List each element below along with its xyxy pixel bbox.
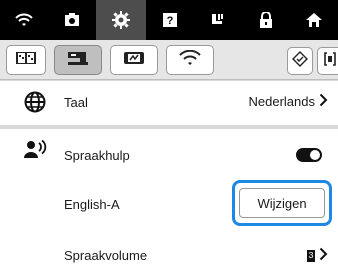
voice-guidance-label: Spraakhulp — [64, 148, 130, 163]
tab-embroidery-book[interactable] — [6, 45, 46, 75]
tab-wireless[interactable] — [166, 45, 214, 75]
embroidery-frame-icon — [123, 50, 145, 71]
foot-icon[interactable] — [194, 0, 242, 40]
language-value-text: Nederlands — [248, 94, 316, 109]
change-button-highlight: Wijzigen — [232, 180, 332, 226]
tab-sewing-machine[interactable] — [54, 45, 102, 75]
voice-language-label: English-A — [64, 197, 120, 212]
svg-text:?: ? — [167, 15, 174, 27]
bracket-icon — [323, 51, 337, 72]
tab-embroidery-frame[interactable] — [110, 45, 158, 75]
chevron-right-icon — [319, 93, 328, 110]
wifi-icon — [179, 49, 201, 71]
chevron-right-icon — [319, 247, 328, 264]
home-icon[interactable] — [290, 0, 338, 40]
language-value[interactable]: Nederlands — [249, 93, 329, 110]
globe-icon — [24, 91, 46, 118]
camera-icon[interactable] — [48, 0, 96, 40]
book-icon — [15, 50, 37, 71]
tab-diamond[interactable] — [287, 47, 313, 75]
sewing-machine-icon — [66, 50, 90, 71]
change-button[interactable]: Wijzigen — [239, 188, 325, 218]
volume-value-badge: 3 — [307, 249, 315, 262]
category-tab-bar — [0, 40, 338, 80]
language-row[interactable]: Taal Nederlands — [0, 81, 338, 125]
tab-bracket[interactable] — [317, 47, 338, 75]
top-bar: ? — [0, 0, 338, 40]
help-icon[interactable]: ? — [146, 0, 194, 40]
voice-guidance-icon — [23, 139, 47, 165]
voice-volume-label: Spraakvolume — [64, 248, 148, 263]
voice-guidance-toggle[interactable] — [296, 148, 322, 162]
wifi-icon[interactable] — [0, 0, 48, 40]
gear-icon[interactable] — [96, 0, 146, 40]
lock-icon[interactable] — [242, 0, 290, 40]
diamond-icon — [292, 50, 308, 72]
toggle-knob — [310, 150, 320, 160]
language-label: Taal — [64, 95, 88, 110]
voice-volume-value[interactable]: 3 — [307, 247, 328, 264]
